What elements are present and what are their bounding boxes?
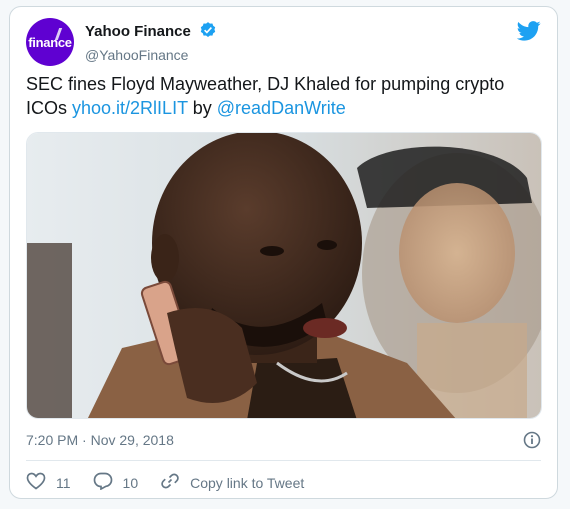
divider [26, 460, 541, 461]
tweet-card: finance Yahoo Finance @YahooFinance SEC … [9, 6, 558, 499]
action-bar: 11 10 Copy link to Tweet [26, 472, 326, 493]
photo-man-on-phone [27, 133, 541, 418]
tweet-timestamp[interactable]: 7:20 PM · Nov 29, 2018 [26, 432, 174, 448]
handle[interactable]: @YahooFinance [85, 47, 217, 63]
display-name[interactable]: Yahoo Finance [85, 23, 191, 40]
info-icon[interactable] [523, 431, 541, 454]
heart-icon [26, 472, 56, 493]
reply-count: 10 [122, 474, 139, 491]
link-icon [160, 472, 190, 493]
account-info: Yahoo Finance @YahooFinance [85, 21, 217, 63]
like-count: 11 [56, 474, 71, 491]
twitter-bird-icon[interactable] [516, 21, 541, 46]
tweet-text: SEC fines Floyd Mayweather, DJ Khaled fo… [26, 72, 546, 120]
copy-link-button[interactable]: Copy link to Tweet [160, 472, 304, 493]
tweet-photo[interactable] [26, 132, 542, 419]
reply-button[interactable]: 10 [93, 472, 139, 493]
author-mention-link[interactable]: @readDanWrite [217, 98, 346, 118]
tweet-by-text: by [187, 98, 217, 118]
reply-icon [93, 472, 123, 493]
like-button[interactable]: 11 [26, 472, 71, 493]
avatar[interactable]: finance [26, 18, 74, 66]
verified-badge-icon [199, 21, 217, 44]
tweet-link[interactable]: yhoo.it/2RlILIT [72, 98, 188, 118]
copy-link-label: Copy link to Tweet [190, 474, 305, 491]
